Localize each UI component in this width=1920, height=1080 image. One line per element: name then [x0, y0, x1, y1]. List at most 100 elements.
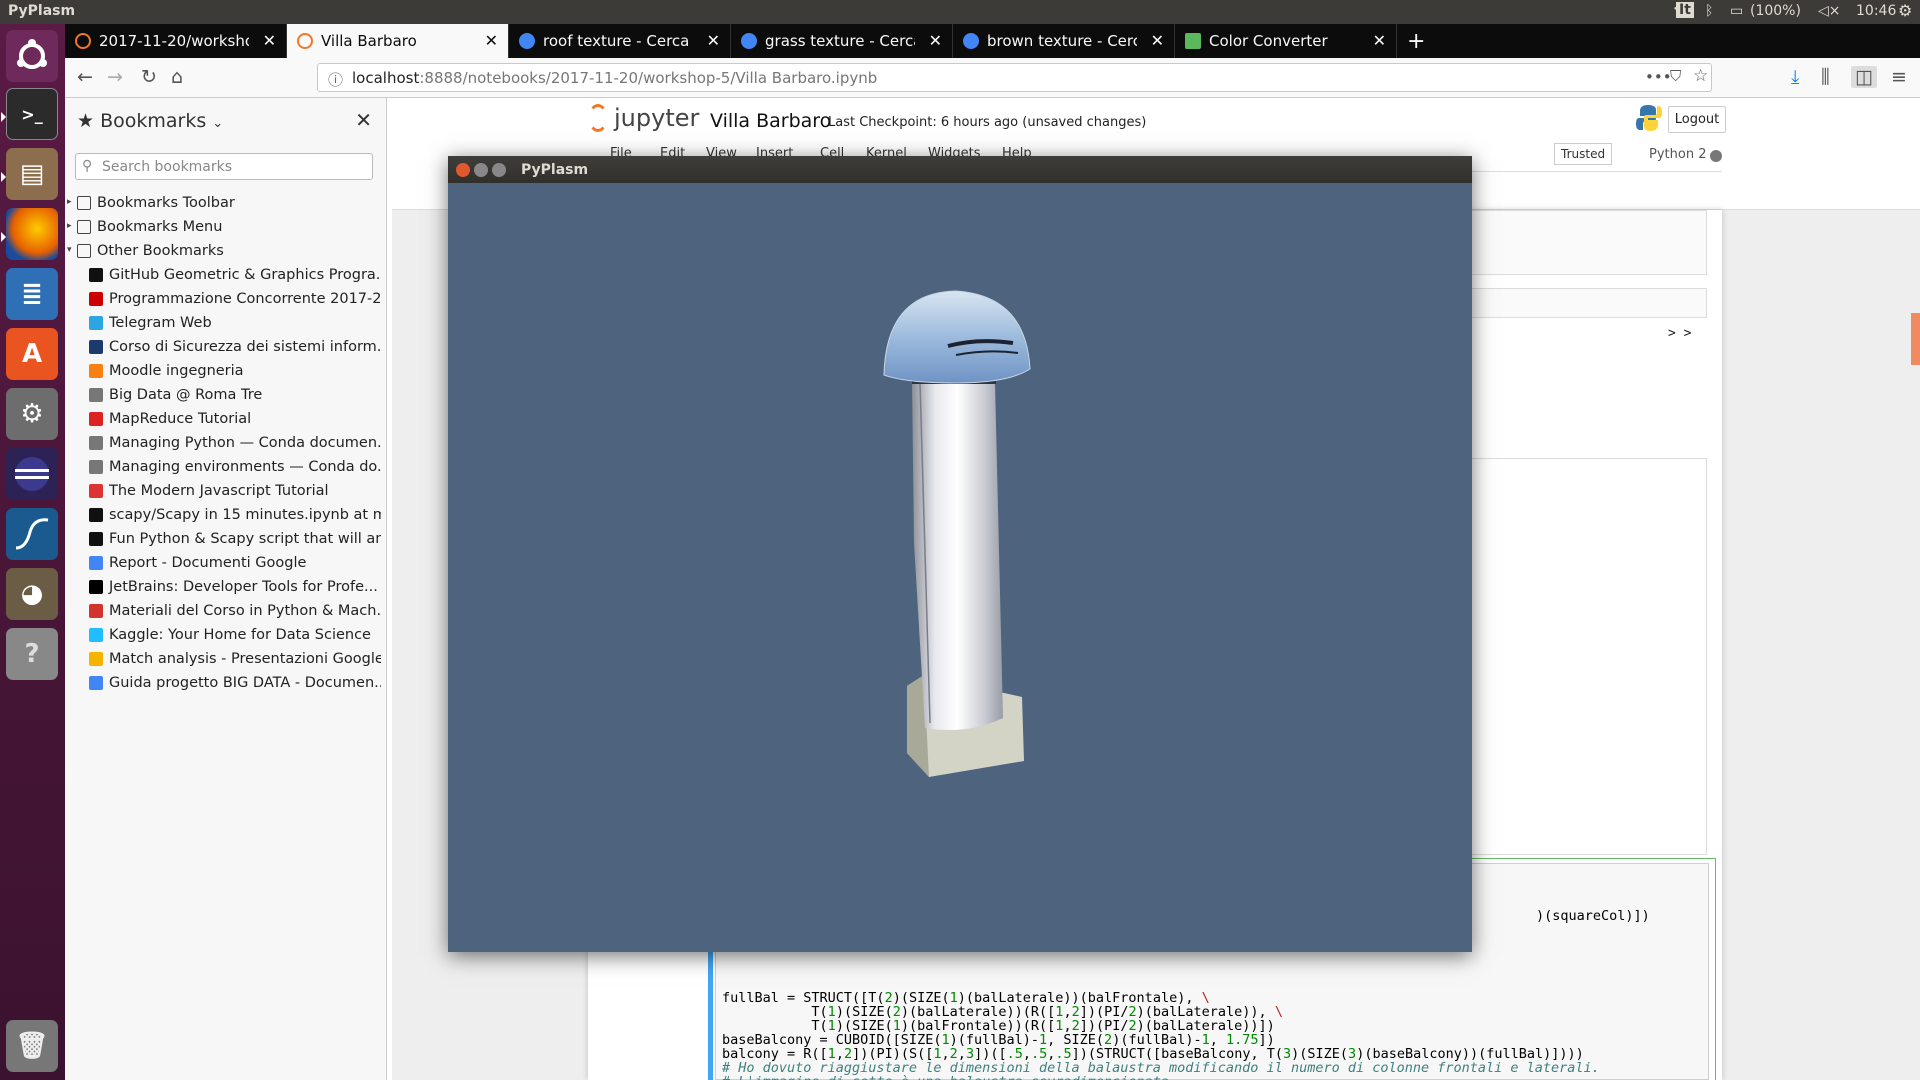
- favicon-icon: [89, 580, 103, 594]
- forward-arrow-icon[interactable]: →: [107, 66, 123, 88]
- ubuntu-software-icon[interactable]: A: [6, 328, 58, 380]
- tab-title: grass texture - Cerca co: [765, 32, 915, 50]
- close-icon[interactable]: ✕: [355, 108, 372, 132]
- bookmark-item[interactable]: Materiali del Corso in Python & Mach...: [89, 600, 381, 622]
- 3d-viewport[interactable]: [448, 183, 1472, 952]
- bookmark-item[interactable]: Report - Documenti Google: [89, 552, 381, 574]
- bookmark-item[interactable]: Moodle ingegneria: [89, 360, 381, 382]
- eclipse-icon[interactable]: [6, 448, 58, 500]
- back-arrow-icon[interactable]: ←: [77, 66, 93, 88]
- bookmark-label: Match analysis - Presentazioni Google: [109, 651, 381, 667]
- system-settings-icon[interactable]: ⚙: [6, 388, 58, 440]
- url-host: localhost: [352, 69, 420, 87]
- pyplasm-titlebar[interactable]: PyPlasm: [448, 156, 1472, 183]
- library-icon[interactable]: ⫼: [1821, 66, 1830, 88]
- bookmark-item[interactable]: Programmazione Concorrente 2017-2...: [89, 288, 381, 310]
- bookmark-label: Moodle ingegneria: [109, 363, 244, 379]
- pyplasm-window: PyPlasm: [448, 156, 1472, 952]
- notebook-name[interactable]: Villa Barbaro: [710, 110, 831, 132]
- files-icon[interactable]: ▤: [6, 148, 58, 200]
- bookmark-item[interactable]: JetBrains: Developer Tools for Profe...: [89, 576, 381, 598]
- minimize-window-icon[interactable]: [474, 163, 488, 177]
- tab-brown-texture[interactable]: brown texture - Cerca co ✕: [953, 24, 1175, 58]
- close-icon[interactable]: ✕: [929, 31, 942, 50]
- folder-bookmarks-toolbar[interactable]: ▸ Bookmarks Toolbar: [65, 192, 235, 214]
- bookmark-item[interactable]: Telegram Web: [89, 312, 381, 334]
- close-icon[interactable]: ✕: [485, 31, 498, 50]
- bookmark-label: Kaggle: Your Home for Data Science: [109, 627, 371, 643]
- bookmark-item[interactable]: scapy/Scapy in 15 minutes.ipynb at m...: [89, 504, 381, 526]
- bookmark-item[interactable]: Big Data @ Roma Tre: [89, 384, 381, 406]
- page-scrollbar-thumb[interactable]: [1911, 313, 1920, 365]
- bookmark-item[interactable]: The Modern Javascript Tutorial: [89, 480, 381, 502]
- folder-other-bookmarks[interactable]: ▾ Other Bookmarks: [65, 240, 224, 262]
- trash-icon[interactable]: 🗑: [6, 1020, 58, 1072]
- bookmark-label: JetBrains: Developer Tools for Profe...: [109, 579, 378, 595]
- checkpoint-status: Last Checkpoint: 6 hours ago (unsaved ch…: [828, 115, 1147, 130]
- home-icon[interactable]: ⌂: [171, 66, 183, 88]
- favicon-icon: [89, 292, 103, 306]
- favicon-icon: [89, 532, 103, 546]
- close-icon[interactable]: ✕: [263, 31, 276, 50]
- battery-icon[interactable]: ▭: [1730, 3, 1743, 19]
- bookmark-item[interactable]: Managing Python — Conda documen...: [89, 432, 381, 454]
- favicon-icon: [89, 676, 103, 690]
- dome: [883, 290, 1031, 384]
- volume-icon[interactable]: ◁×: [1818, 3, 1841, 19]
- bookmark-star-icon[interactable]: ☆: [1693, 66, 1708, 86]
- close-icon[interactable]: ✕: [707, 31, 720, 50]
- bookmark-item[interactable]: Guida progetto BIG DATA - Documen...: [89, 672, 381, 694]
- bookmarks-search-input[interactable]: ⚲ Search bookmarks: [75, 153, 373, 180]
- battery-percent: (100%): [1750, 3, 1801, 19]
- bluetooth-icon[interactable]: ᛒ: [1705, 3, 1713, 19]
- keyboard-layout-label[interactable]: It: [1676, 2, 1694, 18]
- folder-bookmarks-menu[interactable]: ▸ Bookmarks Menu: [65, 216, 222, 238]
- bookmark-item[interactable]: GitHub Geometric & Graphics Progra...: [89, 264, 381, 286]
- google-icon: [963, 33, 979, 49]
- page-actions-menu[interactable]: •••: [1645, 68, 1672, 86]
- bookmark-item[interactable]: Fun Python & Scapy script that will an..…: [89, 528, 381, 550]
- trusted-indicator[interactable]: Trusted: [1554, 143, 1613, 165]
- maximize-window-icon[interactable]: [492, 163, 506, 177]
- logout-button[interactable]: Logout: [1668, 106, 1726, 133]
- sidebar-toggle-icon[interactable]: ◫: [1851, 66, 1877, 88]
- help-icon[interactable]: ?: [6, 628, 58, 680]
- wireshark-icon[interactable]: [6, 508, 58, 560]
- libreoffice-writer-icon[interactable]: ≣: [6, 268, 58, 320]
- sidebar-header[interactable]: ★ Bookmarks ⌄: [77, 110, 223, 132]
- close-icon[interactable]: ✕: [1373, 31, 1386, 50]
- tab-color-converter[interactable]: Color Converter ✕: [1175, 24, 1397, 58]
- bookmark-item[interactable]: Managing environments — Conda do...: [89, 456, 381, 478]
- google-icon: [519, 33, 535, 49]
- tab-villa-barbaro[interactable]: Villa Barbaro ✕: [287, 24, 509, 58]
- close-window-icon[interactable]: [456, 163, 470, 177]
- system-gear-icon[interactable]: ⚙: [1898, 1, 1912, 20]
- ubuntu-dash-icon[interactable]: [6, 30, 58, 82]
- terminal-icon[interactable]: >_: [6, 88, 58, 140]
- bookmark-item[interactable]: Corso di Sicurezza dei sistemi inform...: [89, 336, 381, 358]
- info-icon[interactable]: ⓘ: [328, 69, 343, 90]
- expand-arrow-icon: ▸: [67, 221, 72, 231]
- tab-title: Villa Barbaro: [321, 32, 417, 50]
- close-icon[interactable]: ✕: [1151, 31, 1164, 50]
- reload-icon[interactable]: ↻: [141, 66, 157, 88]
- clock[interactable]: 10:46: [1856, 3, 1896, 19]
- firefox-icon[interactable]: [6, 208, 58, 260]
- bookmark-item[interactable]: Match analysis - Presentazioni Google: [89, 648, 381, 670]
- bookmark-item[interactable]: Kaggle: Your Home for Data Science: [89, 624, 381, 646]
- gimp-icon[interactable]: ◕: [6, 568, 58, 620]
- downloads-icon[interactable]: ⤓: [1791, 66, 1799, 88]
- hamburger-menu-icon[interactable]: ≡: [1891, 66, 1907, 88]
- tab-roof-texture[interactable]: roof texture - Cerca con ✕: [509, 24, 731, 58]
- tab-workshop-5[interactable]: 2017-11-20/workshop-5/ ✕: [65, 24, 287, 58]
- navigation-toolbar: ← → ↻ ⌂ ⓘ localhost:8888/notebooks/2017-…: [65, 58, 1920, 98]
- jupyter-logo[interactable]: jupyter: [588, 104, 699, 132]
- google-icon: [741, 33, 757, 49]
- tab-grass-texture[interactable]: grass texture - Cerca co ✕: [731, 24, 953, 58]
- active-app-title: PyPlasm: [8, 3, 76, 19]
- new-tab-button[interactable]: +: [1397, 24, 1437, 58]
- pocket-icon[interactable]: ⛉: [1670, 67, 1681, 85]
- url-bar[interactable]: ⓘ localhost:8888/notebooks/2017-11-20/wo…: [317, 63, 1712, 92]
- bookmark-item[interactable]: MapReduce Tutorial: [89, 408, 381, 430]
- favicon-icon: [89, 364, 103, 378]
